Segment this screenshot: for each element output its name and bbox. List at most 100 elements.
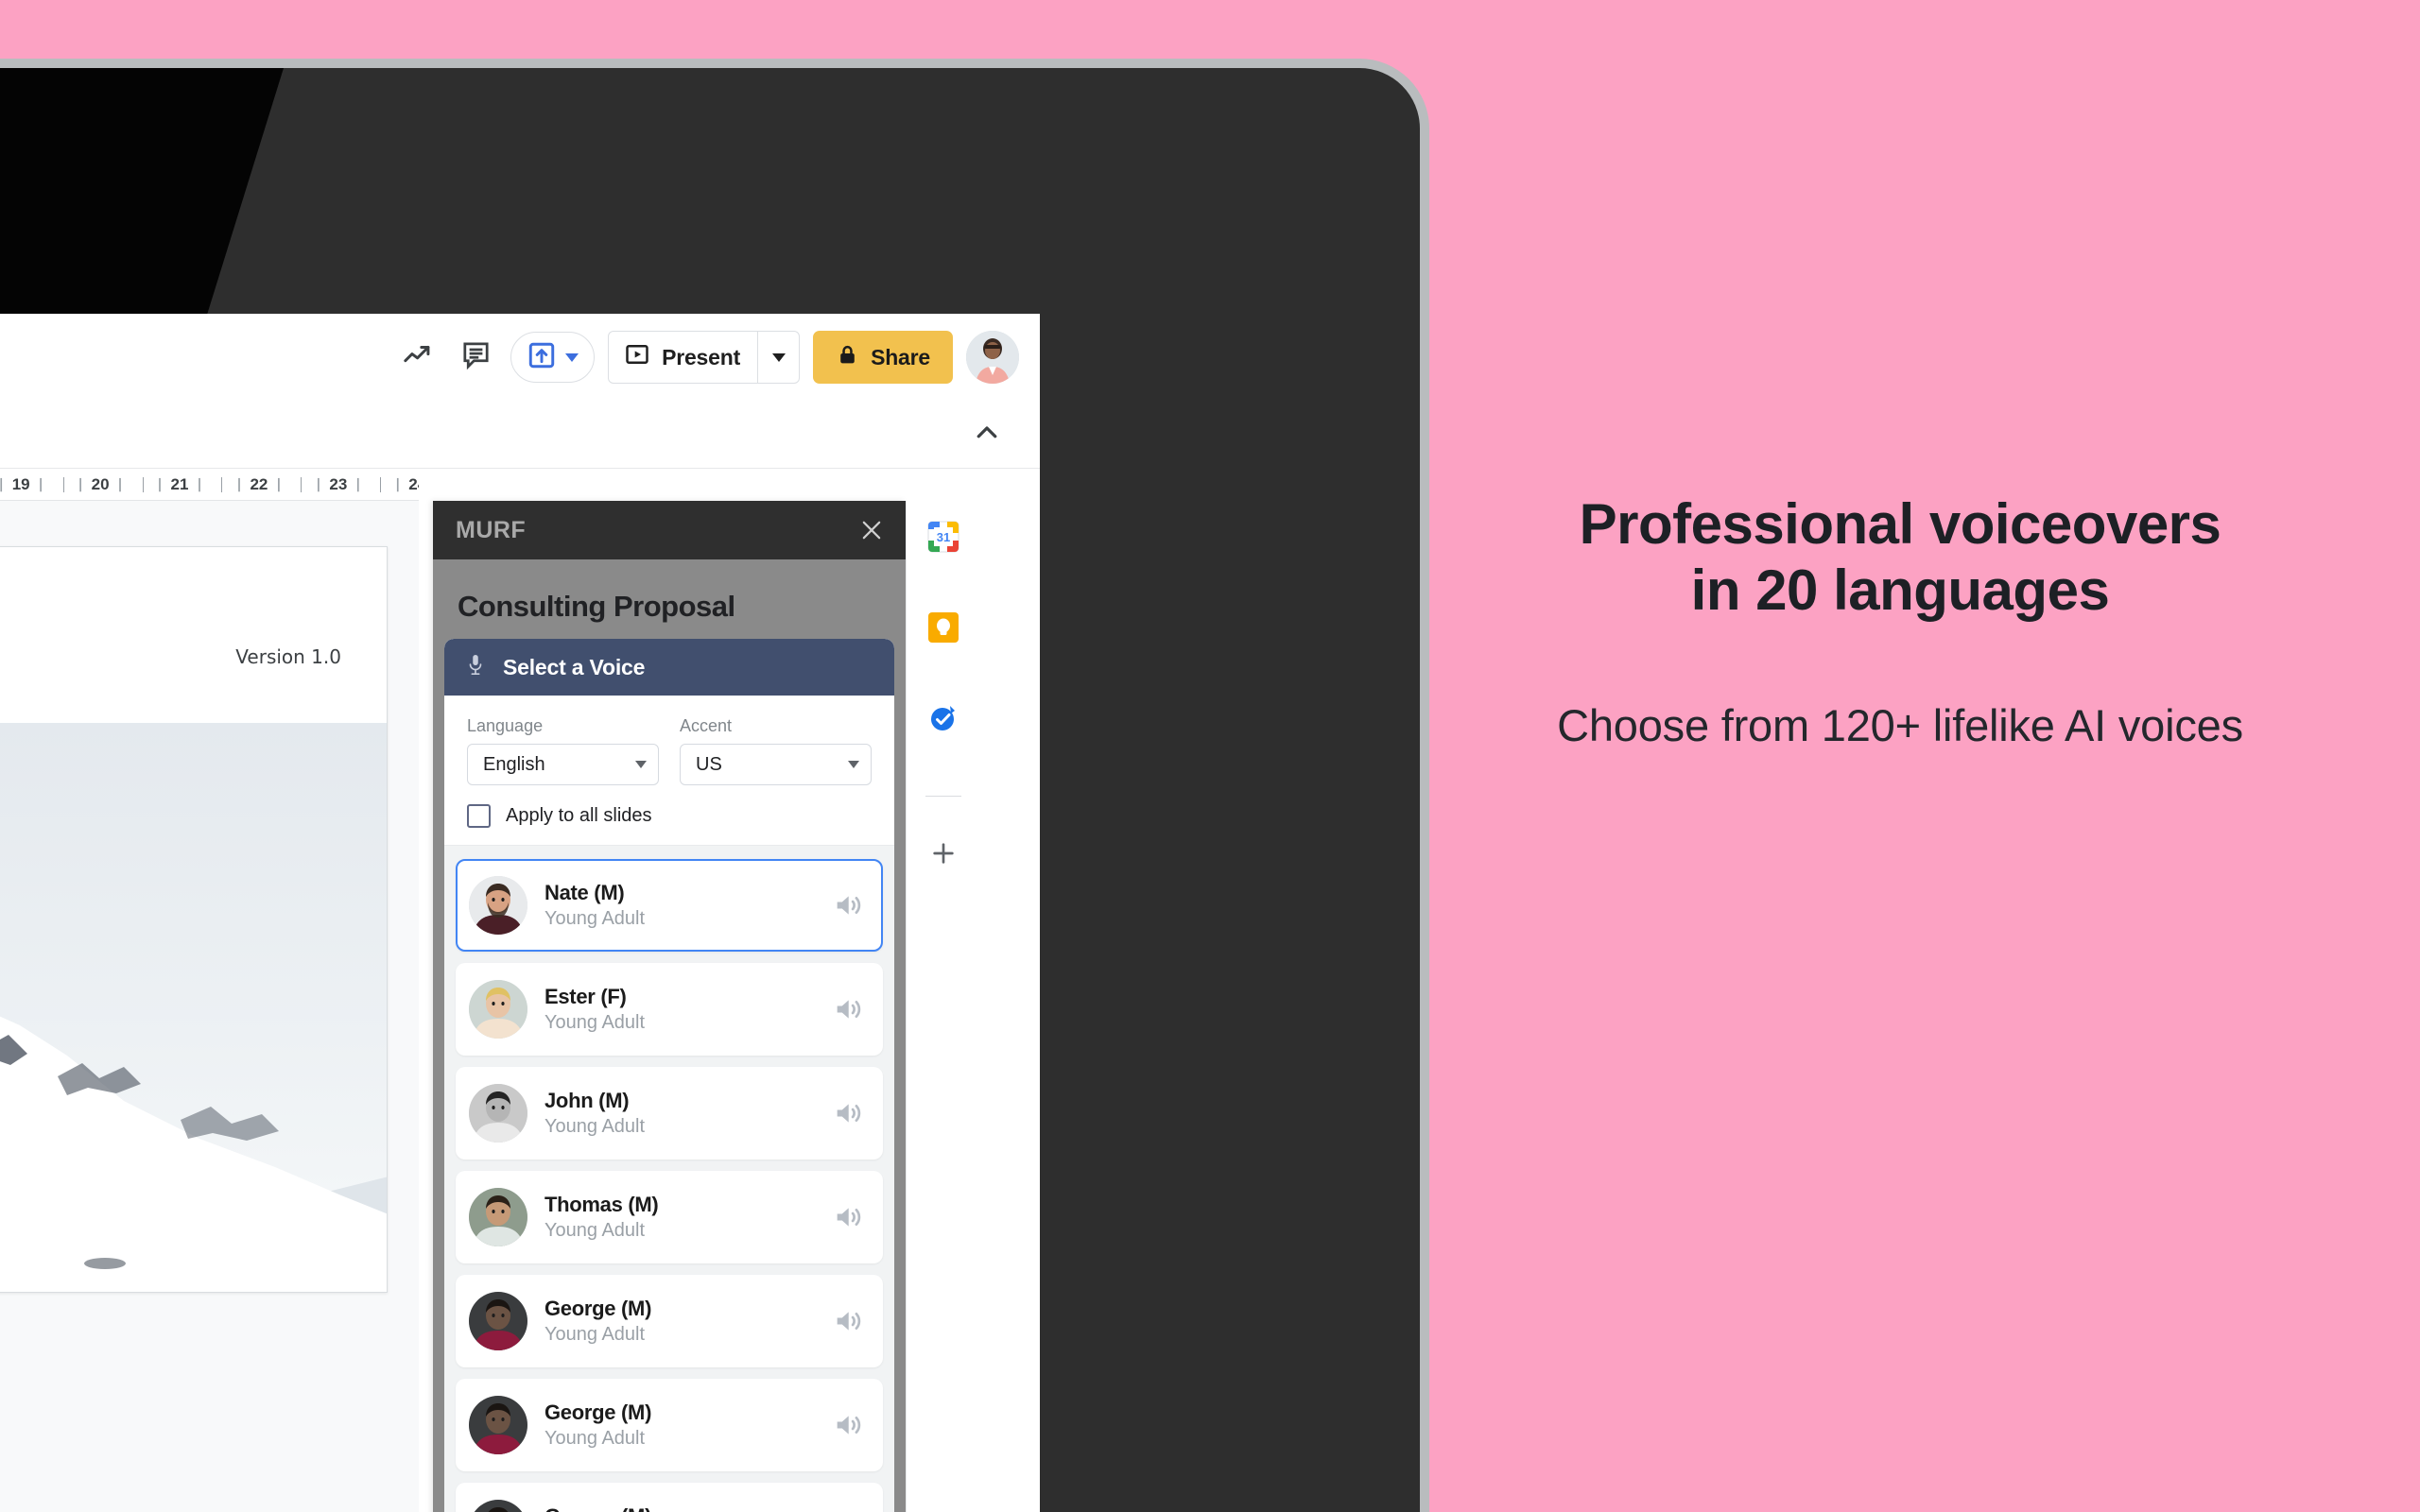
publish-button[interactable] [510,332,596,383]
language-select[interactable]: English [467,744,659,785]
share-button[interactable]: Share [813,331,953,384]
voice-list-item[interactable]: Ester (F) Young Adult [456,963,883,1056]
sidebar-item-google-tasks[interactable] [923,699,964,741]
voice-list-item[interactable]: George (M)Young Adult [456,1483,883,1512]
voice-age: Young Adult [544,1011,646,1033]
accent-select[interactable]: US [680,744,872,785]
voice-filters: Language English Accent US Apply to all … [444,696,894,846]
speaker-volume-icon[interactable] [832,993,864,1025]
language-filter: Language English [467,716,659,785]
sidebar-item-google-calendar[interactable]: 31 [923,518,964,559]
activity-dashboard-button[interactable] [397,335,441,379]
plus-icon [928,838,959,873]
voice-info: Ester (F) Young Adult [544,984,832,1035]
speaker-volume-icon[interactable] [832,1305,864,1337]
chevron-down-icon [771,352,786,362]
voice-age: Young Adult [544,1219,646,1241]
microphone-icon [465,653,486,682]
present-button[interactable]: Present [609,332,757,383]
slide-version-text: Version 1.0 [235,645,341,668]
sidebar-item-google-keep[interactable] [923,609,964,650]
voice-info: George (M)Young Adult [544,1400,832,1451]
language-label: Language [467,716,544,735]
slides-toolbar: Present Share [0,314,1040,401]
voice-age: Young Adult [544,907,646,929]
comment-icon [460,339,492,375]
google-calendar-icon: 31 [925,518,962,560]
comments-button[interactable] [454,335,497,379]
marketing-copy: Professional voiceovers in 20 languages … [1475,491,2325,753]
voice-avatar [469,1084,527,1143]
murf-panel-header: MURF [433,501,906,559]
voice-info: George (M)Young Adult [544,1503,832,1512]
voice-list-item[interactable]: Nate (M) Young Adult [456,859,883,952]
accent-filter: Accent US [680,716,872,785]
slide-canvas-area[interactable]: Version 1.0 [0,501,419,1512]
present-play-icon [624,341,650,373]
voice-list-item[interactable]: John (M) Young Adult [456,1067,883,1160]
voice-list[interactable]: Nate (M) Young Adult Ester (F) Young Adult J… [444,846,894,1512]
google-keep-icon [925,610,961,650]
speaker-volume-icon[interactable] [832,1409,864,1441]
select-voice-card: Select a Voice Language English Accent U… [444,639,894,1512]
voice-name: George (M) [544,1400,652,1425]
voice-age: Young Adult [544,1323,646,1345]
ruler-tick: ∣19∣ [0,475,76,494]
share-label: Share [871,344,930,369]
publish-upload-icon [527,340,557,375]
voice-name: George (M) [544,1503,832,1512]
tablet-screen: Present Share 19 ∣ ∣ 20 ∣ ∣ 21 ∣ ∣ 22 ∣ … [0,314,1040,1512]
voice-avatar [469,1292,527,1350]
present-options-button[interactable] [757,332,799,383]
accent-value: US [696,753,722,775]
ruler-tick: ∣ 20 ∣ [76,475,155,494]
apply-to-all-slides-row[interactable]: Apply to all slides [467,804,872,828]
ruler-tick: ∣24∣ [392,475,419,494]
google-addon-rail: 31 [906,501,979,1512]
voice-info: John (M) Young Adult [544,1088,832,1139]
add-addon-button[interactable] [923,834,964,876]
google-tasks-icon [925,700,961,741]
voice-avatar [469,1500,527,1512]
svg-text:31: 31 [936,530,949,544]
select-voice-header: Select a Voice [444,639,894,696]
voice-list-item[interactable]: Thomas (M) Young Adult [456,1171,883,1263]
marketing-headline-line2: in 20 languages [1690,558,2110,622]
voice-name: George (M) [544,1297,652,1321]
present-button-group: Present [608,331,801,384]
speaker-volume-icon[interactable] [832,889,864,921]
voice-list-item[interactable]: George (M)Young Adult [456,1379,883,1471]
trending-up-icon [403,339,435,376]
chevron-down-icon [635,761,647,768]
present-label: Present [662,344,741,369]
collapse-toolbar-button[interactable] [968,416,1006,454]
apply-to-all-slides-label: Apply to all slides [506,805,652,826]
voice-name: Nate (M) [544,881,625,905]
chevron-up-icon [973,419,1001,452]
accent-label: Accent [680,716,733,735]
rail-divider [925,796,961,797]
speaker-volume-icon[interactable] [832,1201,864,1233]
tablet-device-frame: Present Share 19 ∣ ∣ 20 ∣ ∣ 21 ∣ ∣ 22 ∣ … [0,68,1420,1512]
speaker-volume-icon[interactable] [832,1097,864,1129]
voice-avatar [469,980,527,1039]
close-icon[interactable] [858,517,885,543]
voice-info: Nate (M) Young Adult [544,880,832,931]
slide-mountain-image [0,723,387,1292]
voice-avatar [469,876,527,935]
ruler-tick: ∣ 21 ∣ [155,475,234,494]
marketing-subtext: Choose from 120+ lifelike AI voices [1557,700,2243,751]
account-avatar[interactable] [966,331,1019,384]
voice-list-item[interactable]: George (M)Young Adult [456,1275,883,1367]
ruler-tick: ∣ 22 ∣ [233,475,313,494]
slide-card[interactable]: Version 1.0 [0,546,388,1293]
marketing-headline-line1: Professional voiceovers [1579,492,2221,556]
deck-title: Consulting Proposal [458,590,735,623]
voice-age: Young Adult [544,1427,646,1449]
ruler-zone [0,401,1040,469]
voice-name: Ester (F) [544,985,627,1009]
horizontal-ruler[interactable]: ∣15∣∣16∣∣17∣∣18∣∣19∣∣20∣∣21∣∣22∣∣23∣∣24∣… [0,469,419,501]
murf-addon-panel: MURF Consulting Proposal Select a Voice … [433,501,906,1512]
chevron-down-icon [848,761,859,768]
apply-to-all-slides-checkbox[interactable] [467,804,491,828]
